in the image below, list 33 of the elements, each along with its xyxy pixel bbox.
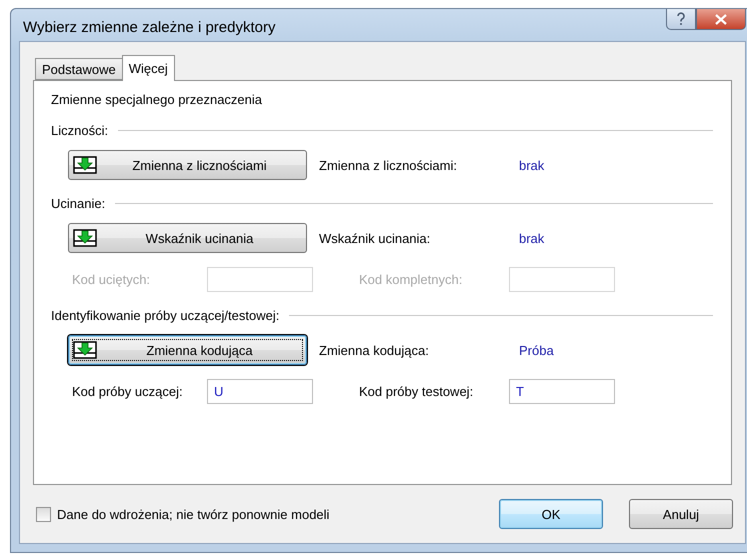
section-heading: Ucinanie: (51, 196, 106, 211)
code-label: Kod próby testowej: (359, 384, 474, 399)
arrow-down-icon (73, 156, 97, 174)
variable-label: Wskaźnik ucinania: (319, 230, 432, 246)
section-heading: Identyfikowanie próby uczącej/testowej: (51, 308, 280, 323)
tab[interactable]: Podstawowe (35, 58, 123, 80)
dialog-button[interactable]: OK (499, 499, 603, 529)
variable-value: brak (519, 230, 544, 246)
variable-label: Zmienna kodująca: (319, 342, 430, 358)
variable-value: Próba (519, 342, 554, 358)
close-icon (715, 14, 727, 24)
help-icon (676, 12, 686, 26)
variable-value: brak (519, 158, 544, 172)
help-button[interactable] (666, 9, 696, 30)
checkbox-label: Dane do wdrożenia; nie twórz ponownie modeli (57, 506, 330, 522)
code-field[interactable]: T (509, 379, 615, 404)
code-label: Kod próby uczącej: (72, 384, 184, 399)
window-title: Wybierz zmienne zależne i predyktory (22, 18, 276, 36)
checkbox[interactable] (36, 506, 51, 522)
code-label: Kod kompletnych: (359, 272, 464, 287)
variable-button[interactable]: Wskaźnik ucinania (68, 223, 307, 253)
section-heading: Liczności: (51, 123, 108, 138)
code-label: Kod uciętych: (72, 272, 152, 287)
variable-button[interactable]: Zmienna kodująca (68, 335, 307, 365)
code-field[interactable]: U (207, 379, 313, 404)
panel-title: Zmienne specjalnego przeznaczenia (51, 92, 264, 107)
close-button[interactable] (696, 9, 746, 30)
variable-button[interactable]: Zmienna z licznościami (68, 150, 307, 180)
tab[interactable]: Więcej (122, 55, 175, 81)
arrow-down-icon (73, 229, 97, 247)
arrow-down-icon (73, 341, 97, 359)
variable-label: Zmienna z licznościami: (319, 158, 458, 172)
dialog-button[interactable]: Anuluj (629, 499, 733, 529)
